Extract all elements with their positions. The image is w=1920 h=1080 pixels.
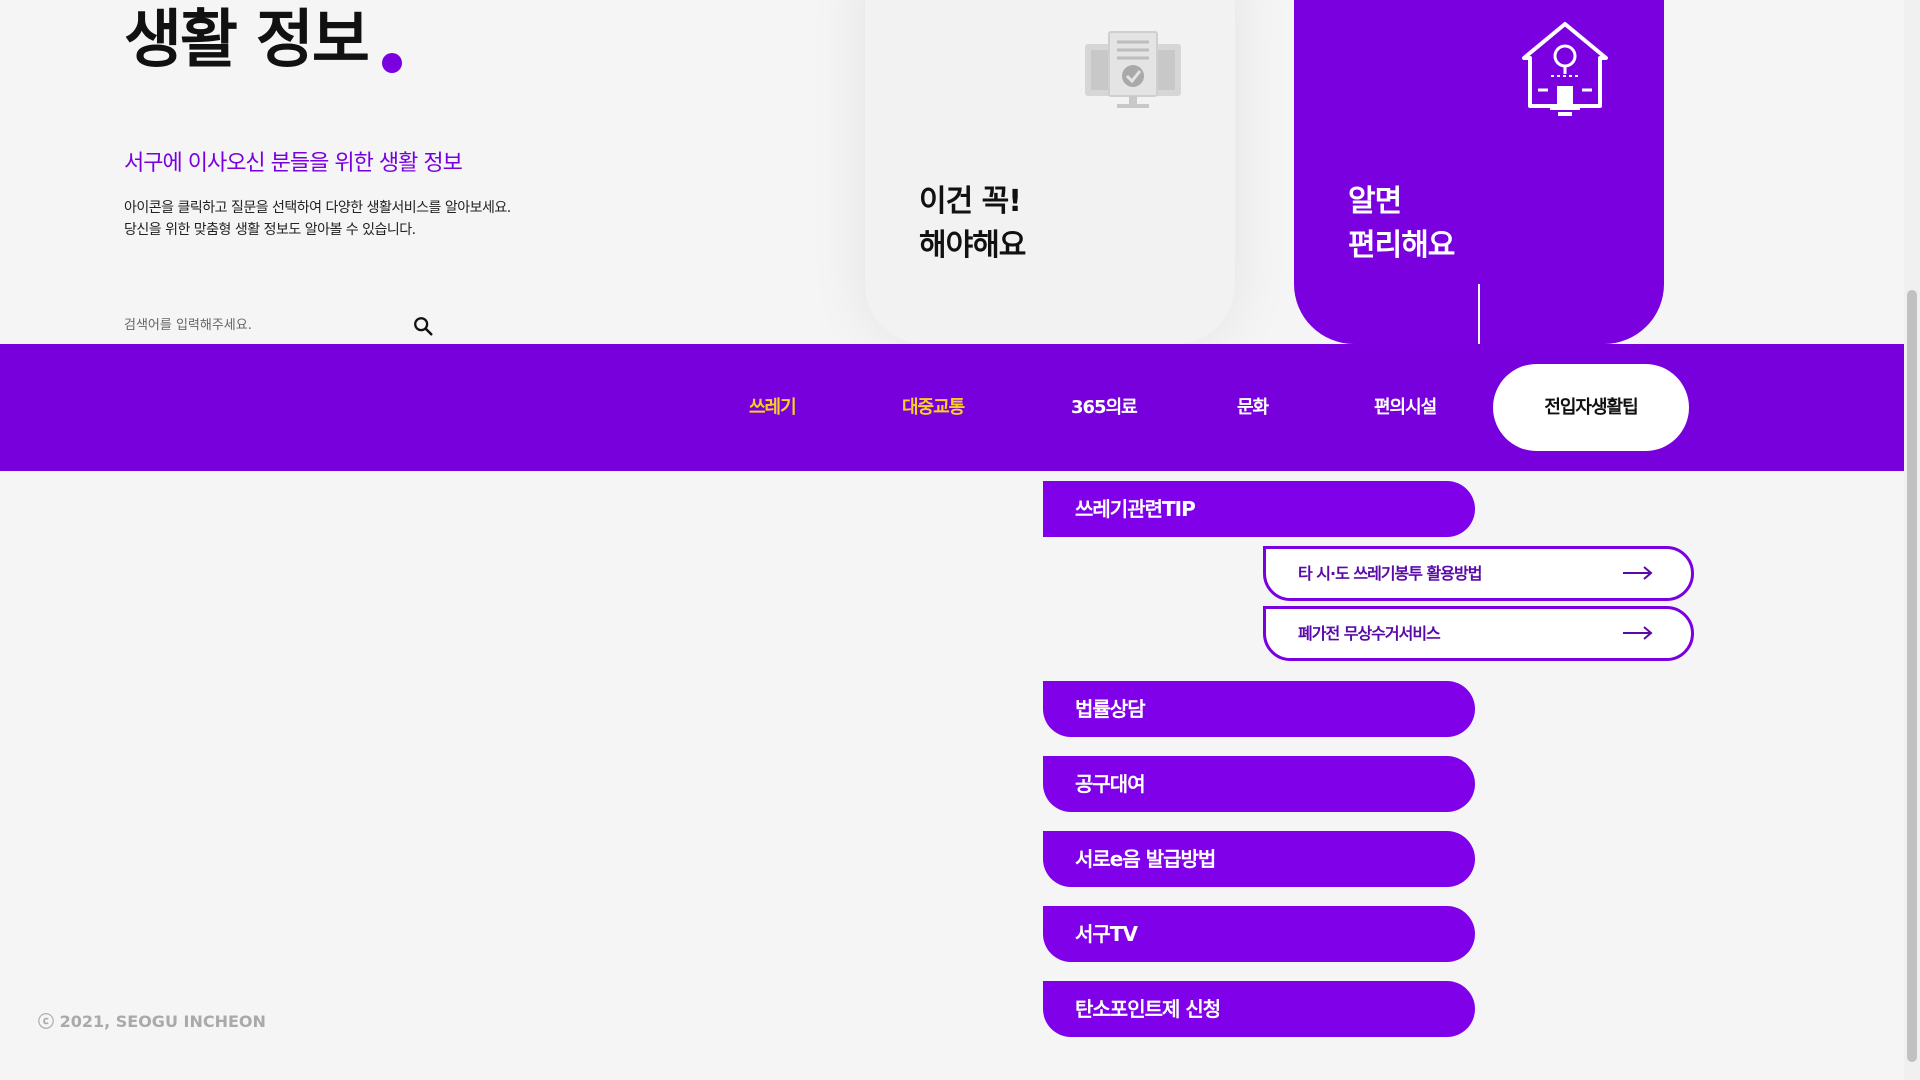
category-nav: 쓰레기 대중교통 365의료 문화 편의시설 전입자생활팁 [0,344,1904,471]
title-dot [382,53,402,73]
certificate-monitor-icon [1085,31,1181,108]
card-notch [1478,284,1480,344]
nav-item-trash[interactable]: 쓰레기 [749,344,797,471]
menu-carbon-point[interactable]: 탄소포인트제 신청 [1043,981,1475,1037]
nav-item-facilities[interactable]: 편의시설 [1374,344,1437,471]
search-icon[interactable] [412,315,434,337]
nav-item-culture[interactable]: 문화 [1237,344,1269,471]
menu-seogu-tv[interactable]: 서구TV [1043,906,1475,962]
sub-item-trash-bag-label: 타 시·도 쓰레기봉투 활용방법 [1298,564,1482,583]
card-useful-tip[interactable]: 알면 편리해요 [1294,0,1664,344]
arrow-right-icon [1623,626,1653,640]
sub-item-trash-bag[interactable]: 타 시·도 쓰레기봉투 활용방법 [1263,546,1694,601]
nav-item-newcomer-tips[interactable]: 전입자생활팁 [1493,364,1689,451]
menu-legal-consult[interactable]: 법률상담 [1043,681,1475,737]
card-must-do[interactable]: 이건 꼭! 해야해요 [865,0,1235,344]
description-line-1: 아이콘을 클릭하고 질문을 선택하여 다양한 생활서비스를 알아보세요. [124,200,511,216]
page-subtitle: 서구에 이사오신 분들을 위한 생활 정보 [124,151,463,176]
card-must-do-line-2: 해야해요 [919,228,1026,263]
sub-item-appliance-pickup-label: 폐가전 무상수거서비스 [1298,624,1441,643]
card-useful-tip-line-1: 알면 [1348,184,1402,219]
scrollbar[interactable] [1904,0,1920,1080]
search-bar [124,310,434,340]
page-title: 생활 정보 [124,3,370,76]
menu-trash-tip[interactable]: 쓰레기관련TIP [1043,481,1475,537]
description-line-2: 당신을 위한 맞춤형 생활 정보도 알아볼 수 있습니다. [124,222,416,238]
nav-item-transit[interactable]: 대중교통 [902,344,965,471]
scroll-thumb[interactable] [1907,290,1917,1062]
card-useful-tip-line-2: 편리해요 [1348,228,1455,263]
menu-tool-rental[interactable]: 공구대여 [1043,756,1475,812]
house-lightbulb-icon [1522,22,1608,116]
arrow-right-icon [1623,566,1653,580]
card-useful-tip-label: 알면 편리해요 [1348,180,1455,268]
nav-item-medical[interactable]: 365의료 [1071,344,1138,471]
copyright: ⓒ 2021, SEOGU INCHEON [38,1012,266,1031]
search-input[interactable] [124,310,384,340]
card-must-do-line-1: 이건 꼭! [919,184,1022,219]
menu-local-currency[interactable]: 서로e음 발급방법 [1043,831,1475,887]
page-description: 아이콘을 클릭하고 질문을 선택하여 다양한 생활서비스를 알아보세요. 당신을… [124,197,511,241]
card-must-do-label: 이건 꼭! 해야해요 [919,180,1026,268]
sub-item-appliance-pickup[interactable]: 폐가전 무상수거서비스 [1263,606,1694,661]
